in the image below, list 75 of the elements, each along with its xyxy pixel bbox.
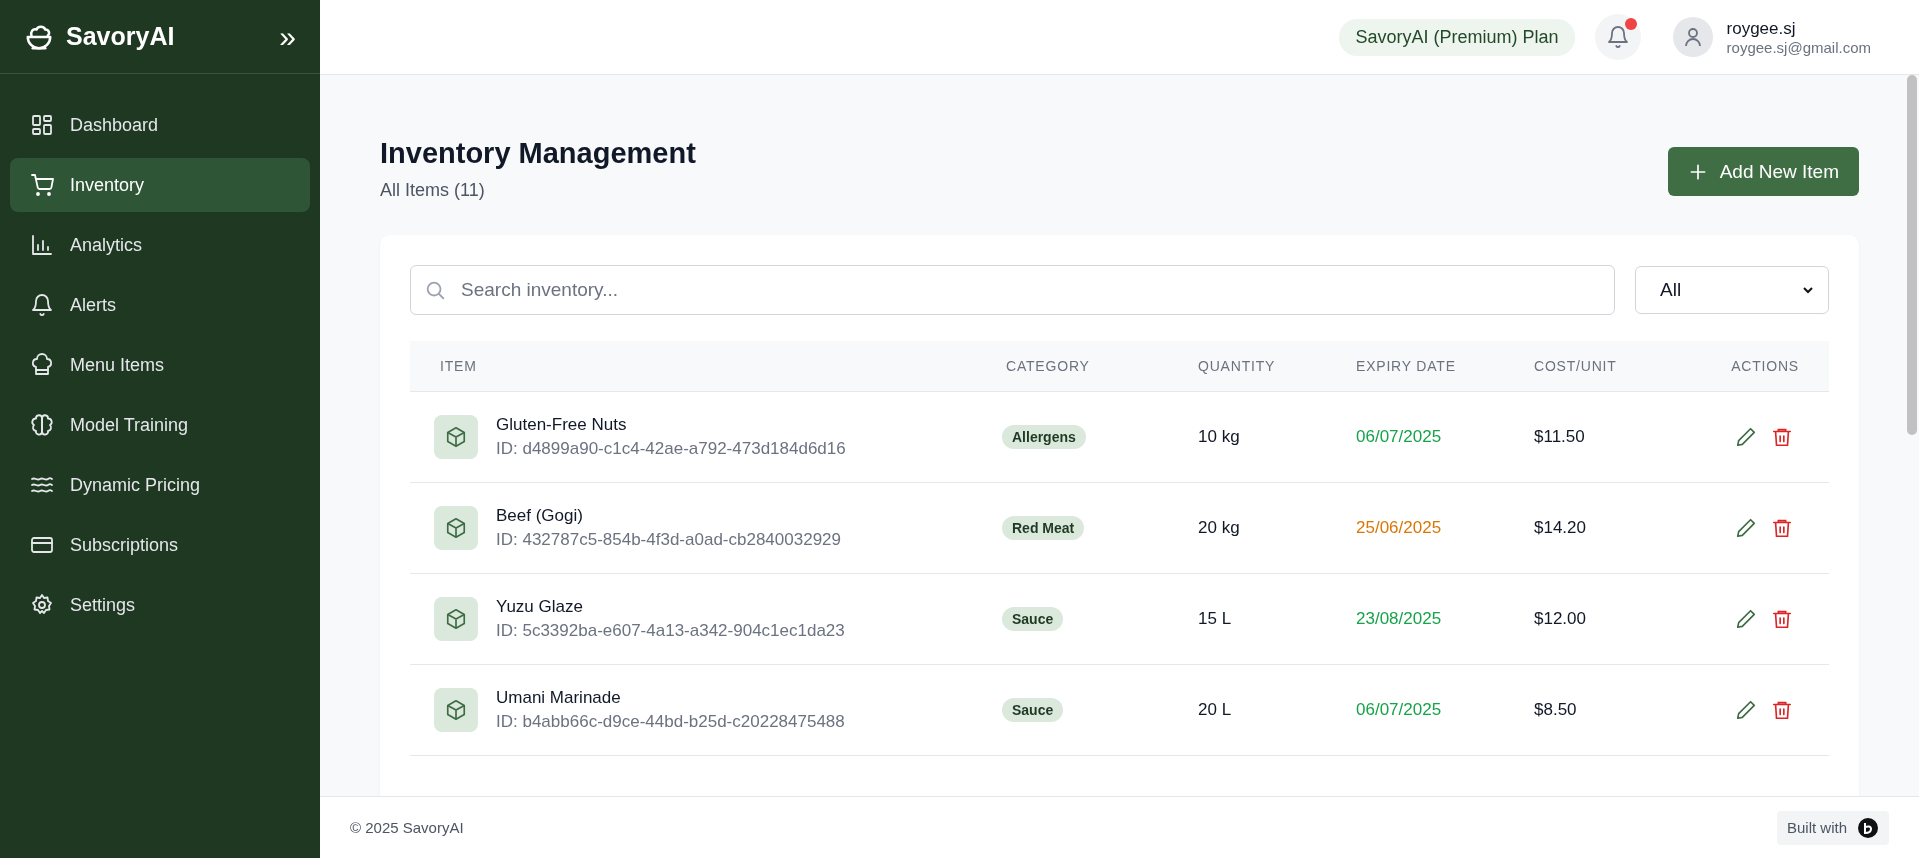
package-icon <box>434 506 478 550</box>
item-name: Umani Marinade <box>496 688 622 708</box>
edit-icon[interactable] <box>1735 517 1757 539</box>
item-id: ID: d4899a90-c1c4-42ae-a792-473d184d6d16 <box>496 439 846 459</box>
column-header: EXPIRY DATE <box>1356 358 1457 374</box>
settings-icon <box>30 593 54 617</box>
package-icon <box>434 688 478 732</box>
delete-icon[interactable] <box>1771 699 1793 721</box>
expiry-date: 23/08/2025 <box>1356 609 1442 628</box>
package-icon <box>434 415 478 459</box>
sidebar-item[interactable]: Inventory <box>10 158 310 212</box>
item-name: Beef (Gogi) <box>496 506 584 526</box>
notifications-button[interactable] <box>1594 14 1641 60</box>
expiry-date: 06/07/2025 <box>1356 427 1442 446</box>
cost-cell: $11.50 <box>1534 427 1585 446</box>
sidebar-item[interactable]: Settings <box>10 578 310 632</box>
sidebar-item[interactable]: Model Training <box>10 398 310 452</box>
plan-badge: SavoryAI (Premium) Plan <box>1339 18 1575 56</box>
edit-icon[interactable] <box>1735 426 1757 448</box>
category-tag: Red Meat <box>1002 516 1085 540</box>
expiry-date: 25/06/2025 <box>1356 518 1442 537</box>
category-select[interactable]: All <box>1635 266 1829 314</box>
edit-icon[interactable] <box>1735 699 1757 721</box>
column-header: CATEGORY <box>1006 358 1091 374</box>
user-email: roygee.sj@gmail.com <box>1726 38 1871 56</box>
expiry-date: 06/07/2025 <box>1356 700 1442 719</box>
grid-icon <box>30 113 54 137</box>
collapse-button[interactable]: » <box>279 21 296 52</box>
search-field[interactable]: Search inventory... <box>410 265 1615 315</box>
cost-cell: $8.50 <box>1534 700 1577 719</box>
sidebar-item[interactable]: Alerts <box>10 278 310 332</box>
quantity-cell: 15 L <box>1198 609 1232 628</box>
caret-icon <box>1802 284 1814 296</box>
sidebar-item[interactable]: Dashboard <box>10 98 310 152</box>
cost-cell: $12.00 <box>1534 609 1586 628</box>
delete-icon[interactable] <box>1771 608 1793 630</box>
category-tag: Allergens <box>1002 425 1086 449</box>
category-tag: Sauce <box>1002 607 1064 631</box>
item-id: ID: 432787c5-854b-4f3d-a0ad-cb2840032929 <box>496 530 841 550</box>
scrollbar[interactable] <box>1907 75 1917 435</box>
category-tag: Sauce <box>1002 698 1064 722</box>
item-id: ID: 5c3392ba-e607-4a13-a342-904c1ec1da23 <box>496 621 845 641</box>
copyright: © 2025 SavoryAI <box>350 819 464 836</box>
column-header: ITEM <box>440 358 478 374</box>
package-icon <box>434 597 478 641</box>
item-count: All Items (11) <box>380 180 486 201</box>
bell-icon <box>30 293 54 317</box>
add-item-button[interactable]: Add New Item <box>1667 147 1859 196</box>
column-header: COST/UNIT <box>1534 358 1618 374</box>
delete-icon[interactable] <box>1771 517 1793 539</box>
avatar-icon[interactable] <box>1672 17 1713 57</box>
user-name: roygee.sj <box>1726 18 1797 39</box>
quantity-cell: 20 L <box>1198 700 1232 719</box>
page-title: Inventory Management <box>380 137 696 170</box>
cart-icon <box>30 173 54 197</box>
brain-icon <box>30 413 54 437</box>
delete-icon[interactable] <box>1771 426 1793 448</box>
chef-hat-icon <box>30 353 54 377</box>
built-with-badge[interactable]: Built with <box>1776 810 1889 845</box>
brand-name: SavoryAI <box>66 22 176 51</box>
sidebar-item[interactable]: Menu Items <box>10 338 310 392</box>
edit-icon[interactable] <box>1735 608 1757 630</box>
item-id: ID: b4abb66c-d9ce-44bd-b25d-c20228475488 <box>496 712 845 732</box>
bar-chart-icon <box>30 233 54 257</box>
quantity-cell: 10 kg <box>1198 427 1240 446</box>
item-name: Yuzu Glaze <box>496 597 584 617</box>
cost-cell: $14.20 <box>1534 518 1586 537</box>
item-name: Gluten-Free Nuts <box>496 415 628 435</box>
quantity-cell: 20 kg <box>1198 518 1240 537</box>
sidebar-item[interactable]: Subscriptions <box>10 518 310 572</box>
column-header: ACTIONS <box>1730 358 1800 374</box>
sidebar-item[interactable]: Dynamic Pricing <box>10 458 310 512</box>
sidebar-item[interactable]: Analytics <box>10 218 310 272</box>
column-header: QUANTITY <box>1198 358 1277 374</box>
bell-icon <box>1605 25 1630 49</box>
